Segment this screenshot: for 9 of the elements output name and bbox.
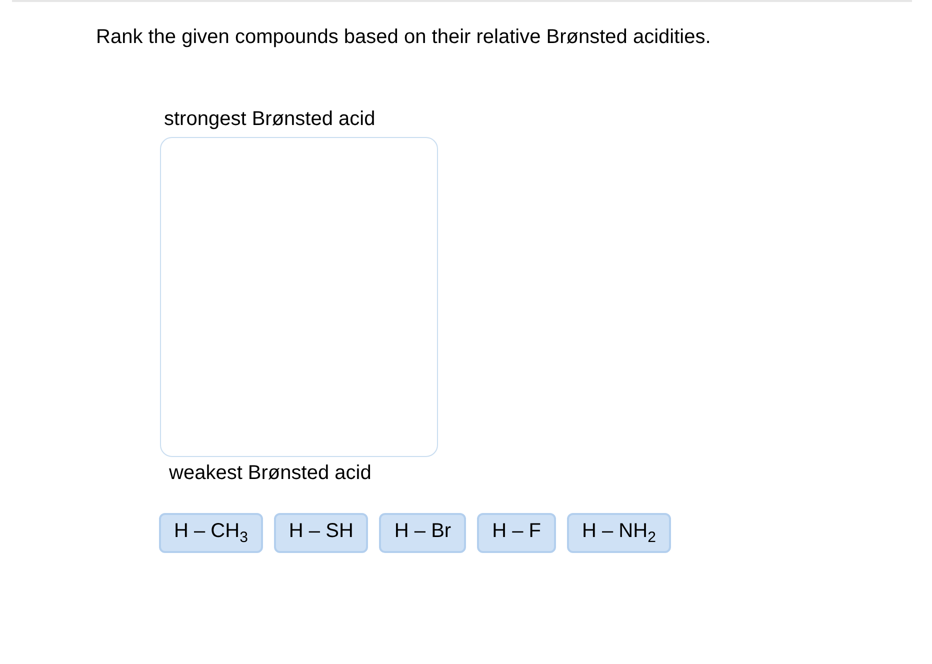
compound-chip[interactable]: H – Br: [379, 513, 466, 553]
compound-chip[interactable]: H – NH$_{2}$: [566, 513, 671, 553]
ranking-top-label: strongest Brønsted acid: [164, 108, 376, 131]
drop-zone[interactable]: [160, 137, 438, 457]
compound-chip[interactable]: H – SH: [274, 513, 368, 553]
ranking-bottom-label: weakest Brønsted acid: [169, 462, 372, 485]
question-text: Rank the given compounds based on their relative Brønsted acidities.: [96, 26, 711, 49]
compound-chip[interactable]: H – F: [477, 513, 556, 553]
compound-chip[interactable]: H – CH$_{3}$: [159, 513, 263, 553]
